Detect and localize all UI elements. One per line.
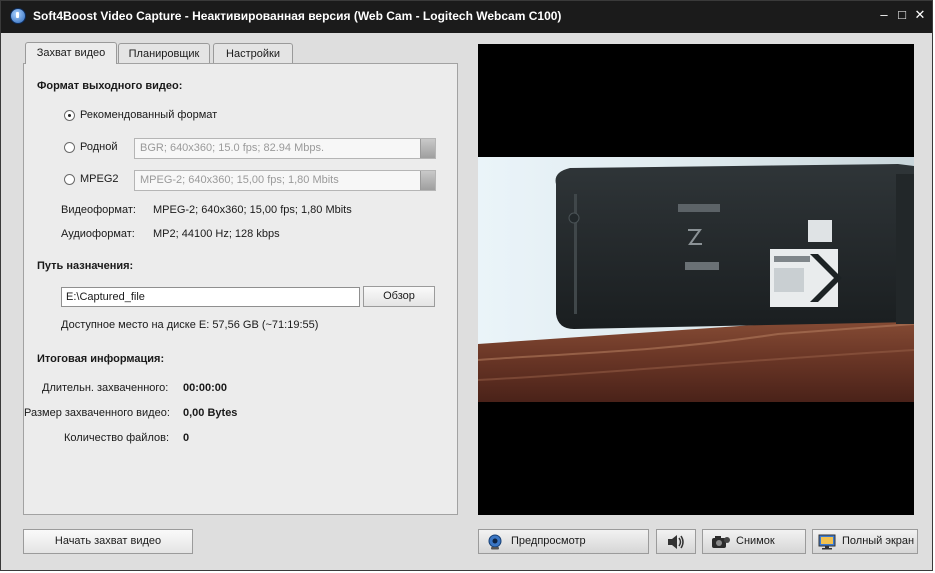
printer-body: [555, 164, 914, 329]
mpeg2-format-select: MPEG-2; 640x360; 15,00 fps; 1,80 Mbits: [134, 170, 436, 191]
native-format-label: Родной: [80, 141, 118, 153]
video-format-label: Видеоформат:: [61, 204, 136, 216]
recommended-format-label: Рекомендованный формат: [80, 109, 218, 121]
mpeg2-format-radio[interactable]: [64, 174, 75, 185]
minimize-button[interactable]: –: [876, 7, 892, 23]
capture-settings-panel: Формат выходного видео: Рекомендованный …: [23, 63, 458, 515]
tab-settings[interactable]: Настройки: [213, 43, 293, 63]
files-count-label: Количество файлов:: [64, 432, 169, 444]
preview-button[interactable]: Предпросмотр: [478, 529, 649, 554]
camera-icon: [712, 536, 730, 548]
tab-capture[interactable]: Захват видео: [25, 42, 117, 64]
start-capture-button[interactable]: Начать захват видео: [23, 529, 193, 554]
maximize-button[interactable]: □: [894, 7, 910, 23]
sticker: [808, 220, 832, 242]
snapshot-button[interactable]: Снимок: [702, 529, 806, 554]
duration-label: Длительн. захваченного:: [42, 382, 169, 394]
webcam-icon: [488, 534, 502, 550]
destination-heading: Путь назначения:: [37, 260, 134, 272]
window-title: Soft4Boost Video Capture - Неактивирован…: [33, 9, 562, 23]
audio-format-value: MP2; 44100 Hz; 128 kbps: [153, 228, 280, 240]
webcam-frame: [478, 157, 914, 402]
fullscreen-button-label: Полный экран: [842, 535, 915, 547]
mpeg2-format-label: MPEG2: [80, 173, 119, 185]
video-format-value: MPEG-2; 640x360; 15,00 fps; 1,80 Mbits: [153, 204, 352, 216]
volume-button[interactable]: [656, 529, 696, 554]
fullscreen-button[interactable]: Полный экран: [812, 529, 918, 554]
preview-button-label: Предпросмотр: [511, 535, 586, 547]
audio-format-label: Аудиоформат:: [61, 228, 135, 240]
mpeg2-format-value: MPEG-2; 640x360; 15,00 fps; 1,80 Mbits: [140, 174, 339, 186]
duration-value: 00:00:00: [183, 382, 228, 394]
video-preview: [478, 44, 914, 515]
speaker-icon: [668, 535, 684, 549]
native-format-select: BGR; 640x360; 15.0 fps; 82.94 Mbps.: [134, 138, 436, 159]
summary-heading: Итоговая информация:: [37, 353, 165, 365]
snapshot-button-label: Снимок: [736, 535, 775, 547]
output-format-heading: Формат выходного видео:: [37, 80, 183, 92]
app-window: Soft4Boost Video Capture - Неактивирован…: [0, 0, 933, 571]
app-logo-icon: [10, 8, 26, 24]
native-format-value: BGR; 640x360; 15.0 fps; 82.94 Mbps.: [140, 142, 325, 154]
size-value: 0,00 Bytes: [183, 407, 238, 419]
tab-scheduler[interactable]: Планировщик: [118, 43, 210, 63]
files-count-value: 0: [183, 432, 190, 444]
recommended-format-radio[interactable]: [64, 110, 75, 121]
native-format-radio[interactable]: [64, 142, 75, 153]
brand-mark: [678, 204, 720, 212]
chevron-down-icon: [420, 139, 435, 158]
size-label: Размер захваченного видео:: [24, 407, 170, 419]
browse-button[interactable]: Обзор: [363, 286, 435, 307]
chevron-down-icon: [420, 171, 435, 190]
title-bar[interactable]: Soft4Boost Video Capture - Неактивирован…: [1, 1, 932, 33]
destination-path-input[interactable]: E:\Captured_file: [61, 287, 360, 307]
monitor-icon: [818, 534, 836, 550]
free-space-text: Доступное место на диске E: 57,56 GB (~7…: [61, 319, 319, 331]
close-button[interactable]: ✕: [912, 7, 928, 23]
